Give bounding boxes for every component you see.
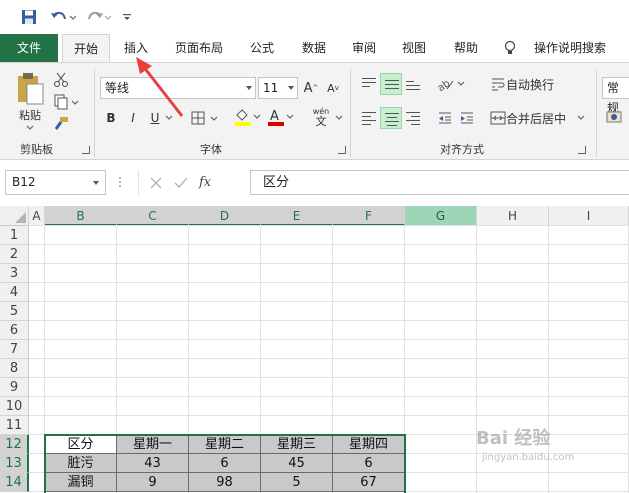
watermark-sub: jingyan.baidu.com	[482, 452, 575, 463]
watermark-text: Bai 经验	[476, 428, 551, 449]
annotation-arrow-icon	[136, 57, 184, 117]
watermark-logo: Bai 经验	[476, 424, 550, 450]
